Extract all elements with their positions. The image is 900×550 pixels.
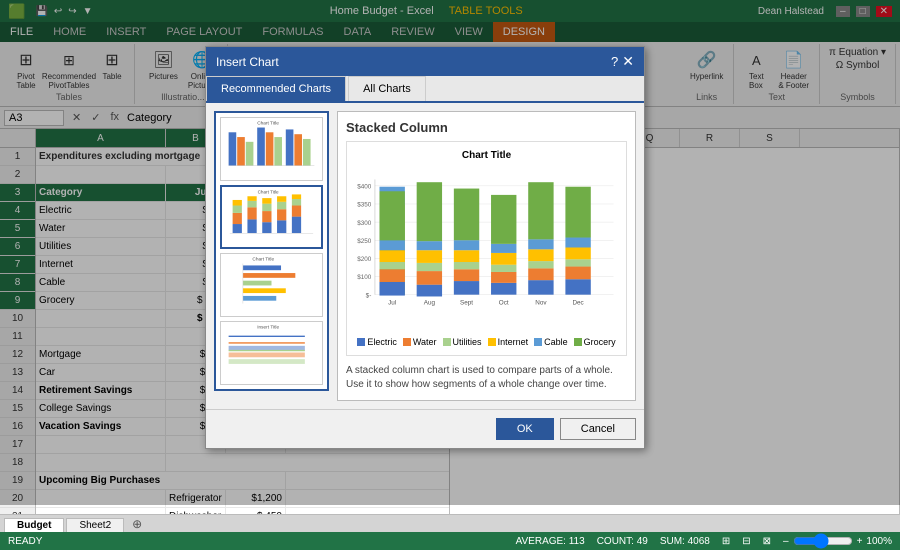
view-layout-icon[interactable]: ⊟ <box>742 536 750 547</box>
svg-text:$-: $- <box>366 292 372 299</box>
svg-text:$350: $350 <box>357 202 372 209</box>
sum-status: SUM: 4068 <box>660 536 710 547</box>
modal-tabs: Recommended Charts All Charts <box>206 76 644 103</box>
svg-text:$100: $100 <box>357 274 372 281</box>
zoom-out-btn[interactable]: – <box>783 536 789 547</box>
modal-controls: ? ✕ <box>611 53 634 70</box>
modal-footer: OK Cancel <box>206 409 644 448</box>
svg-text:$300: $300 <box>357 220 372 227</box>
modal-content: Chart Title <box>206 103 644 409</box>
chart-thumb-2[interactable]: Chart Title <box>220 185 323 249</box>
ready-status: READY <box>8 536 42 547</box>
cell-21-C[interactable]: $ 450 <box>226 508 286 514</box>
svg-text:Insert Title: Insert Title <box>257 325 279 331</box>
modal-overlay: Insert Chart ? ✕ Recommended Charts All … <box>0 0 900 505</box>
chart-thumb-1[interactable]: Chart Title <box>220 117 323 181</box>
legend-grocery: Grocery <box>574 337 616 347</box>
modal-title-bar: Insert Chart ? ✕ <box>206 47 644 76</box>
chart-thumb-4[interactable]: Insert Title <box>220 321 323 385</box>
chart-legend: Electric Water Utilities <box>355 337 618 347</box>
chart-thumb-3[interactable]: Chart Title <box>220 253 323 317</box>
legend-grocery-label: Grocery <box>584 337 616 347</box>
count-status: COUNT: 49 <box>597 536 648 547</box>
svg-text:Chart Title: Chart Title <box>258 189 279 194</box>
modal-title: Insert Chart <box>216 55 279 69</box>
legend-electric: Electric <box>357 337 397 347</box>
svg-text:$200: $200 <box>357 256 372 263</box>
svg-text:$250: $250 <box>357 238 372 245</box>
insert-chart-dialog: Insert Chart ? ✕ Recommended Charts All … <box>205 46 645 449</box>
legend-water: Water <box>403 337 437 347</box>
legend-cable: Cable <box>534 337 568 347</box>
legend-electric-dot <box>357 338 365 346</box>
modal-close-btn[interactable]: ✕ <box>622 53 634 70</box>
average-status: AVERAGE: 113 <box>516 536 585 547</box>
legend-utilities-label: Utilities <box>453 337 482 347</box>
tab-bar: Budget Sheet2 ⊕ <box>0 514 900 532</box>
svg-text:Sept: Sept <box>460 300 473 307</box>
tab-sheet2[interactable]: Sheet2 <box>66 518 124 532</box>
row-header-21: 21 <box>0 508 35 514</box>
zoom-slider[interactable] <box>793 533 853 549</box>
legend-utilities: Utilities <box>443 337 482 347</box>
chart-thumbnails: Chart Title <box>214 111 329 391</box>
modal-tab-recommended[interactable]: Recommended Charts <box>206 76 346 101</box>
view-page-break-icon[interactable]: ⊠ <box>763 536 771 547</box>
chart-preview-subtitle: Chart Title <box>355 150 618 161</box>
zoom-level[interactable]: 100% <box>866 536 892 547</box>
thumb-2-svg: Chart Title <box>222 187 321 247</box>
chart-preview-area: Chart Title $400 $350 $300 $250 $200 $10… <box>346 141 627 356</box>
svg-text:Nov: Nov <box>535 300 547 307</box>
table-row: Dishwasher $ 450 <box>36 508 449 514</box>
legend-cable-dot <box>534 338 542 346</box>
chart-description: A stacked column chart is used to compar… <box>346 364 627 392</box>
cell-21-A[interactable] <box>36 508 166 514</box>
legend-internet-dot <box>488 338 496 346</box>
thumb-1-svg: Chart Title <box>221 118 322 180</box>
modal-body: Recommended Charts All Charts Chart Titl… <box>206 76 644 409</box>
svg-text:Jul: Jul <box>388 300 396 307</box>
thumb-4-svg: Insert Title <box>221 322 322 384</box>
svg-text:Aug: Aug <box>424 300 436 307</box>
legend-internet-label: Internet <box>498 337 529 347</box>
modal-help-btn[interactable]: ? <box>611 54 618 69</box>
legend-grocery-dot <box>574 338 582 346</box>
svg-text:Oct: Oct <box>499 300 509 307</box>
cell-21-B[interactable]: Dishwasher <box>166 508 226 514</box>
tab-budget[interactable]: Budget <box>4 518 64 532</box>
legend-internet: Internet <box>488 337 529 347</box>
legend-water-dot <box>403 338 411 346</box>
view-normal-icon[interactable]: ⊞ <box>722 536 730 547</box>
modal-tab-all[interactable]: All Charts <box>348 76 426 101</box>
zoom-bar: – + 100% <box>783 533 892 549</box>
ok-button[interactable]: OK <box>496 418 554 440</box>
svg-text:$400: $400 <box>357 184 372 191</box>
zoom-in-btn[interactable]: + <box>857 536 863 547</box>
status-right: AVERAGE: 113 COUNT: 49 SUM: 4068 ⊞ ⊟ ⊠ –… <box>516 533 892 549</box>
stacked-column-chart-svg: $400 $350 $300 $250 $200 $100 $- <box>355 165 618 330</box>
add-sheet-btn[interactable]: ⊕ <box>126 516 148 532</box>
status-bar: READY AVERAGE: 113 COUNT: 49 SUM: 4068 ⊞… <box>0 532 900 550</box>
legend-water-label: Water <box>413 337 437 347</box>
legend-cable-label: Cable <box>544 337 568 347</box>
svg-text:Dec: Dec <box>572 300 583 307</box>
legend-utilities-dot <box>443 338 451 346</box>
chart-preview: Stacked Column Chart Title $400 $350 $30… <box>337 111 636 401</box>
thumb-3-svg: Chart Title <box>221 254 322 316</box>
legend-electric-label: Electric <box>367 337 397 347</box>
svg-text:Chart Title: Chart Title <box>257 121 279 127</box>
cancel-button[interactable]: Cancel <box>560 418 636 440</box>
svg-text:Chart Title: Chart Title <box>252 257 274 263</box>
chart-type-title: Stacked Column <box>346 120 627 135</box>
